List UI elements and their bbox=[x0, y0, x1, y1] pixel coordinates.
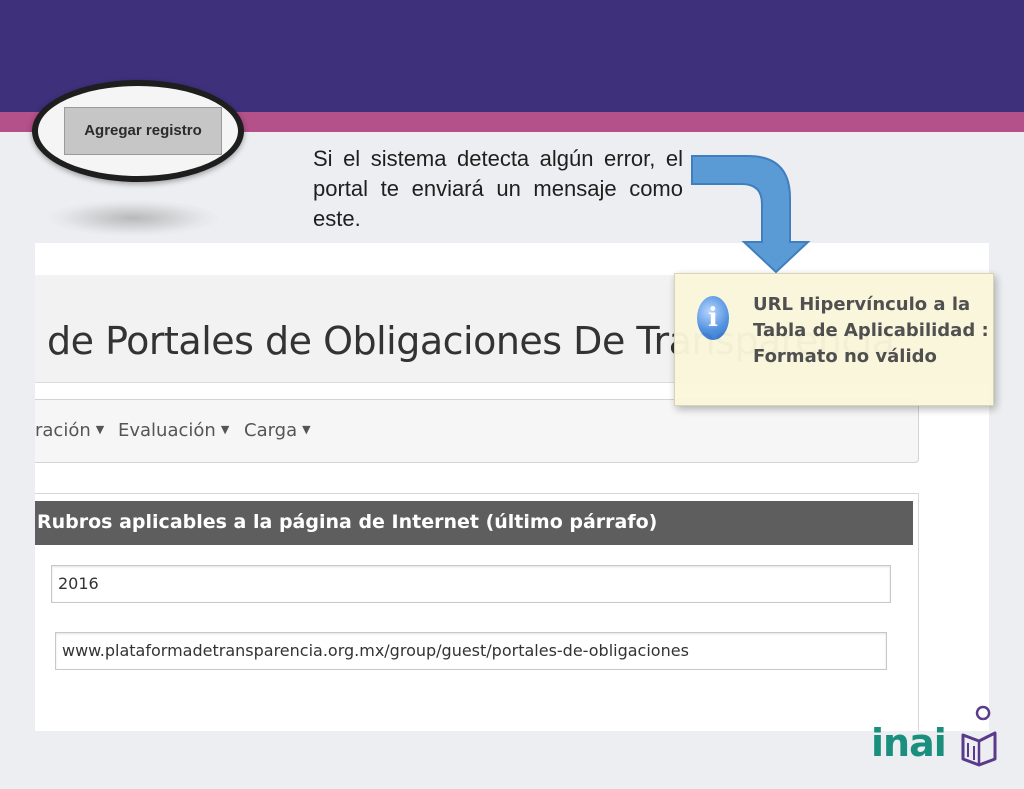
url-field[interactable]: www.plataformadetransparencia.org.mx/gro… bbox=[55, 632, 887, 670]
error-message: URL Hipervínculo a la Tabla de Aplicabil… bbox=[753, 294, 989, 367]
info-icon: i bbox=[697, 296, 729, 340]
logo-text: inai bbox=[871, 721, 947, 765]
portal-nav-bar: ración ▼ Evaluación ▼ Carga ▼ bbox=[35, 399, 919, 463]
caret-down-icon: ▼ bbox=[220, 423, 230, 436]
nav-item-carga[interactable]: Carga ▼ bbox=[244, 420, 311, 441]
year-field[interactable]: 2016 bbox=[51, 565, 891, 603]
nav-item-label: Evaluación bbox=[118, 420, 216, 441]
bent-arrow-icon bbox=[691, 155, 811, 274]
caret-down-icon: ▼ bbox=[302, 423, 311, 436]
error-notification: i URL Hipervínculo a la Tabla de Aplicab… bbox=[674, 273, 994, 406]
nav-item-evaluacion[interactable]: Evaluación ▼ bbox=[118, 420, 229, 441]
oval-shadow bbox=[48, 200, 218, 236]
panel-title: Rubros aplicables a la página de Interne… bbox=[37, 511, 658, 533]
nav-item-label: ración bbox=[35, 420, 91, 441]
nav-item-label: Carga bbox=[244, 420, 298, 441]
book-icon bbox=[961, 705, 997, 767]
add-record-button[interactable]: Agregar registro bbox=[64, 107, 222, 155]
panel-header: Rubros aplicables a la página de Interne… bbox=[35, 501, 913, 545]
inai-logo: inai bbox=[871, 705, 1001, 767]
caret-down-icon: ▼ bbox=[95, 423, 105, 436]
nav-item-configuracion[interactable]: ración ▼ bbox=[35, 420, 104, 441]
slide-caption: Si el sistema detecta algún error, el po… bbox=[313, 146, 683, 231]
